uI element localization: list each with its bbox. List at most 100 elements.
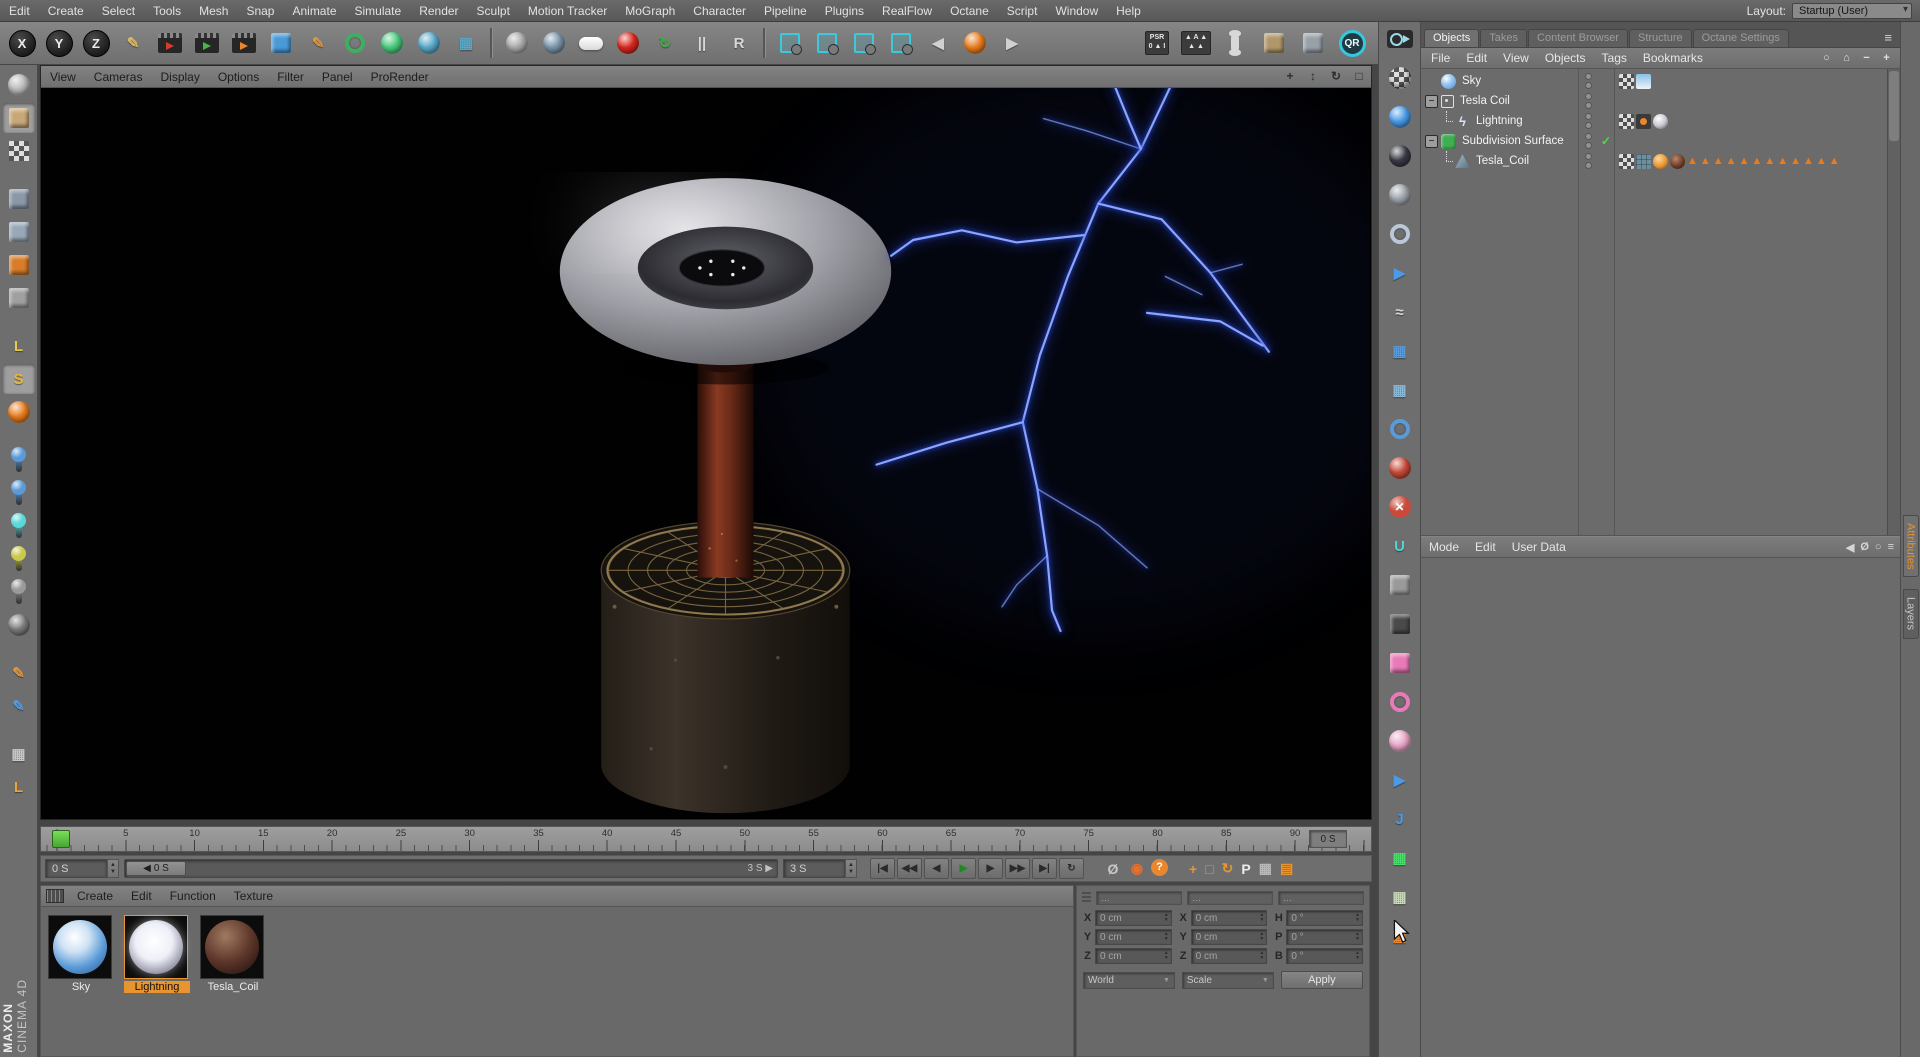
viewport-menu-cameras[interactable]: Cameras	[85, 70, 152, 84]
viewport-canvas[interactable]	[42, 87, 1370, 818]
selection-tag-icon[interactable]: ▲	[1829, 154, 1840, 169]
psr-keys-icon[interactable]: PSR0 ▲ I	[1139, 25, 1175, 61]
snap-toggle-icon[interactable]: S	[3, 364, 35, 394]
c4d-layout-icon[interactable]	[957, 25, 993, 61]
octane-live-viewer-icon[interactable]	[610, 25, 646, 61]
object-name[interactable]: Sky	[1460, 75, 1483, 87]
back-icon[interactable]: ◀	[1846, 541, 1854, 554]
layout-select[interactable]: Startup (User)	[1792, 3, 1912, 19]
tree-row-sky[interactable]: Sky	[1421, 71, 1887, 91]
selection-tag-icon[interactable]: ▲	[1726, 154, 1737, 169]
panel-drag-handle[interactable]	[1082, 892, 1091, 903]
visibility-toggles[interactable]	[1585, 133, 1592, 149]
visibility-toggles[interactable]	[1585, 93, 1592, 109]
viewport-menu-panel[interactable]: Panel	[313, 70, 362, 84]
menubar-item-motion-tracker[interactable]: Motion Tracker	[519, 0, 616, 21]
coordinate-field-x-1[interactable]: 0 cm▲▼	[1191, 910, 1268, 926]
clapper-green-icon[interactable]	[189, 25, 225, 61]
coordinate-field-z-0[interactable]: 0 cm▲▼	[1095, 948, 1172, 964]
play-blue-icon[interactable]: ▶	[1383, 765, 1417, 795]
ruler-time-field[interactable]: 0 S	[1309, 830, 1347, 848]
points-mode-icon[interactable]	[3, 217, 35, 247]
uvw-tag-icon[interactable]	[1636, 154, 1651, 169]
collapse-icon[interactable]: −	[1859, 51, 1874, 66]
side-tab-layers[interactable]: Layers	[1903, 589, 1919, 638]
menubar-item-edit[interactable]: Edit	[0, 0, 39, 21]
object-name[interactable]: Subdivision Surface	[1460, 135, 1566, 147]
octane-sphere-gray-icon[interactable]	[499, 25, 535, 61]
panel-menu-icon[interactable]: ≡	[1888, 541, 1894, 554]
align-tool-icon[interactable]: ▲ A ▲▲ ▲	[1178, 25, 1214, 61]
visibility-toggles[interactable]	[1585, 113, 1592, 129]
magnet-icon[interactable]: U	[1383, 531, 1417, 561]
workplane-snap-icon[interactable]	[3, 397, 35, 427]
tab-objects[interactable]: Objects	[1424, 29, 1479, 47]
tab-content-browser[interactable]: Content Browser	[1528, 29, 1628, 47]
menubar-item-render[interactable]: Render	[410, 0, 467, 21]
selection-tag-icon[interactable]: ▲	[1816, 154, 1827, 169]
selection-tag-icon[interactable]: ▲	[1751, 154, 1762, 169]
selection-cube-icon-2[interactable]	[809, 25, 845, 61]
history-back-icon[interactable]: ◀	[920, 25, 956, 61]
om-menu-objects[interactable]: Objects	[1537, 51, 1594, 65]
rotate-icon[interactable]: ↻	[1328, 68, 1344, 84]
menubar-item-mesh[interactable]: Mesh	[190, 0, 237, 21]
material-menu-texture[interactable]: Texture	[225, 889, 282, 903]
workplane-pen-icon[interactable]: ✎	[115, 25, 151, 61]
array-grid-icon[interactable]: ▦	[1383, 375, 1417, 405]
am-menu-edit[interactable]: Edit	[1467, 540, 1504, 554]
menubar-item-realflow[interactable]: RealFlow	[873, 0, 941, 21]
sphere-pink-icon[interactable]	[1383, 726, 1417, 756]
stepper-arrows-icon[interactable]: ▲▼	[1259, 913, 1264, 924]
loop-button[interactable]: ↻	[1059, 858, 1084, 879]
texture-tag-icon[interactable]	[1619, 114, 1634, 129]
clapper-red-icon[interactable]	[152, 25, 188, 61]
next-frame-button[interactable]: ▶	[978, 858, 1003, 879]
stepper-arrows-icon[interactable]: ▲▼	[1164, 913, 1169, 924]
prev-frame-button[interactable]: ◀	[924, 858, 949, 879]
coordinate-field-h-2[interactable]: 0 °▲▼	[1286, 910, 1363, 926]
am-menu-user-data[interactable]: User Data	[1504, 540, 1574, 554]
selection-tag-icon[interactable]: ▲	[1790, 154, 1801, 169]
end-time-value[interactable]: 3 S	[783, 859, 845, 878]
pan-icon[interactable]: +	[1282, 68, 1298, 84]
sphere-primitive-icon[interactable]	[411, 25, 447, 61]
size-mode-dropdown[interactable]: Scale▼	[1182, 972, 1274, 989]
menubar-item-create[interactable]: Create	[39, 0, 93, 21]
selection-tag-icon[interactable]: ▲	[1700, 154, 1711, 169]
soft-selection-icon[interactable]	[3, 610, 35, 640]
qr-render-button[interactable]: QR	[1334, 25, 1370, 61]
octane-restart-icon[interactable]: R	[721, 25, 757, 61]
next-key-button[interactable]: ▶▶	[1005, 858, 1030, 879]
spline-icon[interactable]: ≈	[1383, 297, 1417, 327]
autokey-button[interactable]: ◉	[1127, 859, 1147, 879]
key-scale-toggle[interactable]: □	[1205, 860, 1213, 877]
panel-menu-icon[interactable]: ≡	[1879, 30, 1897, 47]
stepper-arrows-icon[interactable]: ▲▼	[1355, 951, 1360, 962]
visibility-toggles[interactable]	[1585, 153, 1592, 169]
axis-x-toggle[interactable]: X	[4, 25, 40, 61]
pin-yellow-icon[interactable]	[3, 544, 35, 574]
stepper-arrows-icon[interactable]: ▲▼	[1259, 932, 1264, 943]
pen-orange-icon[interactable]: ✎	[3, 658, 35, 688]
import-arrow-icon[interactable]: ▶	[1383, 258, 1417, 288]
selection-tag-icon[interactable]: ▲	[1687, 154, 1698, 169]
goto-start-button[interactable]: |◀	[870, 858, 895, 879]
record-keyframe-button[interactable]: Ø	[1103, 859, 1123, 879]
octane-pause-icon[interactable]: ||	[684, 25, 720, 61]
expander-icon[interactable]: −	[1425, 95, 1438, 108]
om-menu-tags[interactable]: Tags	[1594, 51, 1635, 65]
enabled-check-icon[interactable]: ✓	[1601, 134, 1611, 148]
clapper-orange-icon[interactable]	[226, 25, 262, 61]
menubar-item-tools[interactable]: Tools	[144, 0, 190, 21]
menubar-item-select[interactable]: Select	[93, 0, 144, 21]
apply-button[interactable]: Apply	[1281, 971, 1363, 989]
om-menu-bookmarks[interactable]: Bookmarks	[1635, 51, 1711, 65]
hook-blue-icon[interactable]: J	[1383, 804, 1417, 834]
menubar-item-script[interactable]: Script	[998, 0, 1047, 21]
pin-cyan-icon[interactable]	[3, 511, 35, 541]
menubar-item-octane[interactable]: Octane	[941, 0, 998, 21]
pin-gray-icon[interactable]	[3, 577, 35, 607]
globe-icon[interactable]	[1383, 414, 1417, 444]
visibility-toggles[interactable]	[1585, 73, 1592, 89]
